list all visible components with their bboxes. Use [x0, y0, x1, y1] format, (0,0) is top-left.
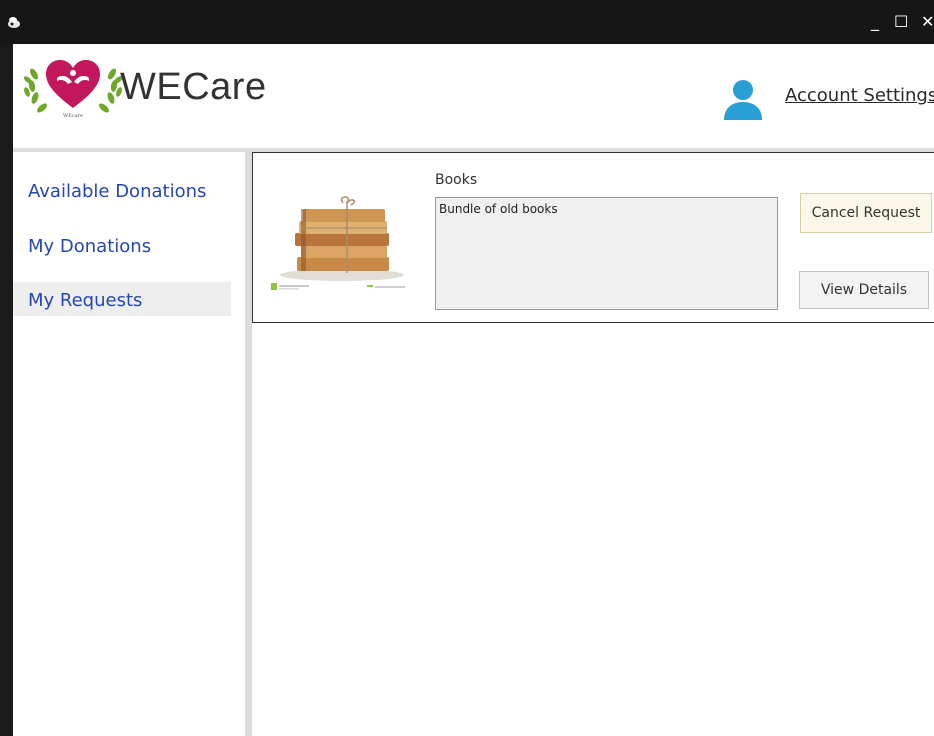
sidebar-item-my-donations[interactable]: My Donations: [13, 230, 231, 264]
brand-name: WECare: [120, 66, 267, 108]
sidebar-item-available-donations[interactable]: Available Donations: [13, 175, 231, 209]
title-bar: _ ☐ ✕: [0, 0, 934, 45]
cancel-request-button[interactable]: Cancel Request: [800, 193, 932, 233]
account-settings-link[interactable]: Account Settings: [785, 85, 934, 106]
window-frame-left: [0, 44, 13, 736]
view-details-button[interactable]: View Details: [799, 271, 929, 309]
sidebar-nav: Available Donations My Donations My Requ…: [13, 152, 245, 736]
sidebar-item-label: Available Donations: [28, 181, 207, 202]
requests-panel: Books Bundle of old books Cancel Request…: [252, 152, 934, 736]
maximize-button[interactable]: ☐: [894, 14, 908, 30]
svg-text:WEcare: WEcare: [63, 113, 83, 119]
sidebar-item-label: My Requests: [28, 290, 143, 311]
app-header: WEcare WECare Account Settings: [13, 44, 934, 148]
wecare-logo: WEcare: [24, 60, 123, 119]
request-card: Books Bundle of old books Cancel Request…: [252, 152, 934, 323]
app-icon: [8, 17, 20, 28]
sidebar-item-my-requests[interactable]: My Requests: [13, 282, 231, 316]
sidebar-item-label: My Donations: [28, 236, 152, 257]
request-description: Bundle of old books: [435, 197, 778, 310]
books-thumbnail-image: [267, 183, 416, 295]
request-title: Books: [435, 172, 478, 188]
close-button[interactable]: ✕: [921, 14, 934, 30]
minimize-button[interactable]: _: [871, 14, 879, 30]
user-avatar-icon[interactable]: [720, 76, 766, 122]
sidebar-divider: [245, 152, 252, 736]
